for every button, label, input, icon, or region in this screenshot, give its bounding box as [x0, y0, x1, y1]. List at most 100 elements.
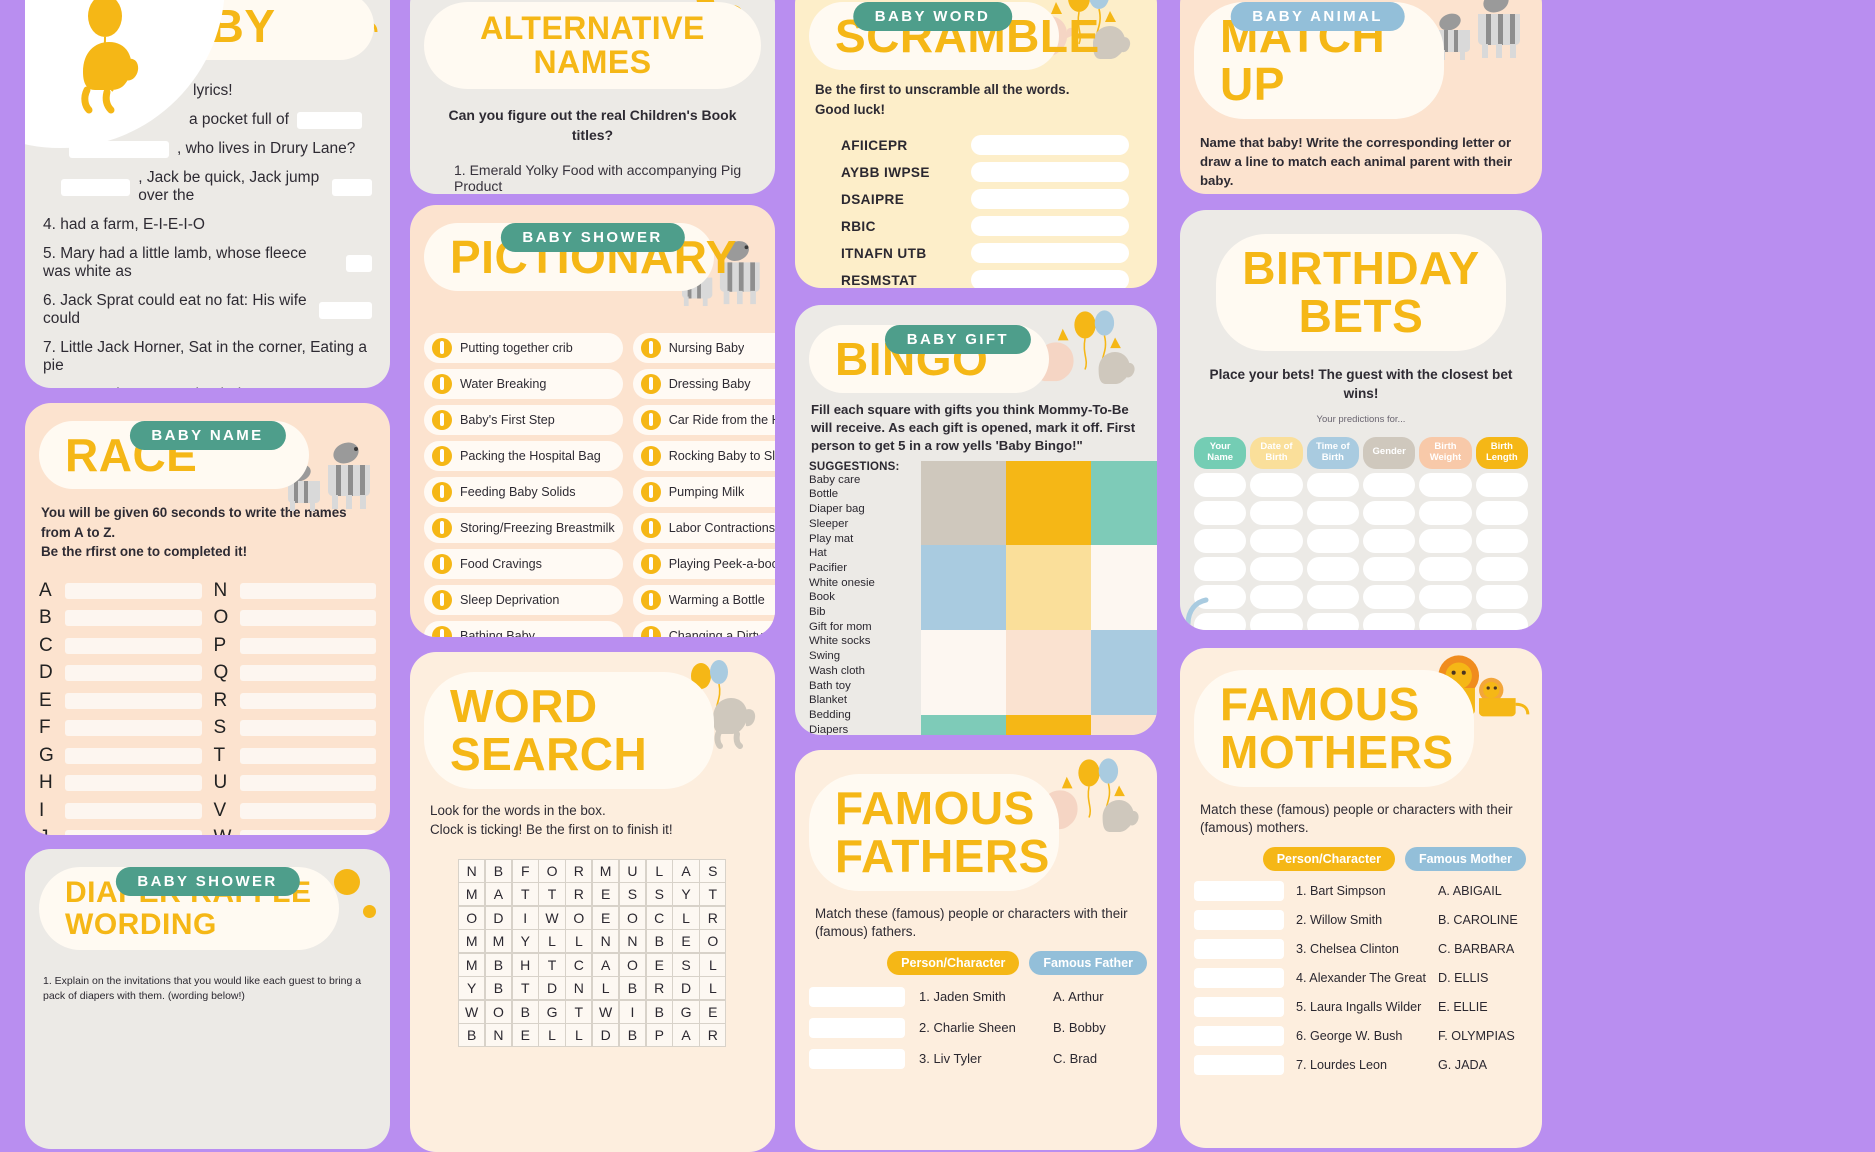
- pictionary-item[interactable]: Changing a Dirty Diaper: [632, 621, 775, 637]
- mothers-answer-input[interactable]: [1194, 1025, 1284, 1046]
- wordsearch-cell[interactable]: I: [511, 905, 539, 930]
- bets-input-gender[interactable]: [1362, 500, 1416, 525]
- rhyme-blank-1[interactable]: [296, 111, 362, 129]
- pictionary-item[interactable]: Warming a Bottle: [632, 585, 775, 616]
- mothers-answer-input[interactable]: [1194, 1054, 1284, 1075]
- wordsearch-cell[interactable]: Y: [672, 882, 700, 907]
- wordsearch-cell[interactable]: A: [672, 1023, 700, 1048]
- wordsearch-cell[interactable]: L: [565, 1023, 593, 1048]
- bingo-cell[interactable]: [1090, 545, 1157, 631]
- wordsearch-cell[interactable]: I: [618, 999, 647, 1024]
- wordsearch-cell[interactable]: O: [484, 999, 513, 1024]
- rhyme-blank-3[interactable]: [61, 178, 131, 196]
- wordsearch-cell[interactable]: R: [699, 905, 727, 930]
- bets-entry-grid[interactable]: [1180, 469, 1542, 630]
- bets-input-date-of-birth[interactable]: [1250, 584, 1303, 609]
- wordsearch-cell[interactable]: L: [538, 929, 566, 954]
- bingo-cell[interactable]: [1090, 714, 1157, 735]
- wordsearch-cell[interactable]: D: [538, 976, 566, 1001]
- bets-input-birth-weight[interactable]: [1419, 612, 1472, 630]
- pictionary-item[interactable]: Feeding Baby Solids: [424, 477, 623, 508]
- fathers-answer-input[interactable]: [809, 1017, 905, 1038]
- wordsearch-cell[interactable]: O: [618, 952, 647, 977]
- race-input-r[interactable]: [239, 692, 376, 709]
- wordsearch-cell[interactable]: R: [645, 976, 673, 1001]
- mothers-answer-input[interactable]: [1194, 909, 1284, 930]
- wordsearch-cell[interactable]: N: [565, 976, 593, 1001]
- scramble-answer-input[interactable]: [971, 135, 1129, 156]
- wordsearch-cell[interactable]: R: [565, 858, 593, 883]
- wordsearch-cell[interactable]: T: [538, 882, 566, 907]
- race-input-b[interactable]: [65, 610, 202, 627]
- wordsearch-cell[interactable]: R: [699, 1023, 727, 1048]
- fathers-answer-input[interactable]: [809, 1048, 905, 1069]
- race-input-h[interactable]: [65, 775, 202, 792]
- bets-input-time-of-birth[interactable]: [1306, 612, 1359, 630]
- wordsearch-cell[interactable]: M: [458, 952, 486, 977]
- pictionary-item[interactable]: Pumping Milk: [632, 477, 775, 508]
- race-input-q[interactable]: [239, 665, 376, 682]
- pictionary-item[interactable]: Car Ride from the Hospital: [632, 405, 775, 436]
- race-input-s[interactable]: [239, 720, 376, 737]
- pictionary-item[interactable]: Water Breaking: [424, 369, 623, 400]
- race-input-w[interactable]: [239, 830, 376, 835]
- wordsearch-cell[interactable]: M: [591, 858, 620, 883]
- wordsearch-cell[interactable]: D: [672, 976, 700, 1001]
- wordsearch-cell[interactable]: L: [699, 976, 727, 1001]
- wordsearch-cell[interactable]: O: [618, 905, 647, 930]
- wordsearch-cell[interactable]: M: [458, 882, 486, 907]
- wordsearch-cell[interactable]: R: [565, 882, 593, 907]
- mothers-answer-input[interactable]: [1194, 996, 1284, 1017]
- wordsearch-cell[interactable]: B: [484, 952, 513, 977]
- wordsearch-cell[interactable]: N: [591, 929, 620, 954]
- bingo-cell[interactable]: [1005, 714, 1091, 735]
- wordsearch-cell[interactable]: O: [538, 858, 566, 883]
- wordsearch-cell[interactable]: D: [591, 1023, 620, 1048]
- wordsearch-cell[interactable]: L: [645, 858, 673, 883]
- wordsearch-cell[interactable]: B: [618, 976, 647, 1001]
- wordsearch-cell[interactable]: A: [484, 882, 513, 907]
- wordsearch-cell[interactable]: B: [618, 1023, 647, 1048]
- race-input-t[interactable]: [239, 747, 376, 764]
- wordsearch-cell[interactable]: O: [458, 905, 486, 930]
- wordsearch-cell[interactable]: E: [672, 929, 700, 954]
- bets-input-time-of-birth[interactable]: [1306, 556, 1359, 581]
- bingo-cell[interactable]: [1005, 460, 1091, 546]
- pictionary-item[interactable]: Rocking Baby to Sleep: [632, 441, 775, 472]
- bets-input-gender[interactable]: [1362, 472, 1416, 497]
- race-input-c[interactable]: [65, 637, 202, 654]
- wordsearch-cell[interactable]: M: [484, 929, 513, 954]
- bets-input-gender[interactable]: [1362, 612, 1416, 630]
- bets-input-your-name[interactable]: [1194, 472, 1247, 497]
- wordsearch-cell[interactable]: T: [511, 882, 539, 907]
- wordsearch-cell[interactable]: N: [618, 929, 647, 954]
- wordsearch-cell[interactable]: E: [699, 999, 727, 1024]
- bets-input-birth-length[interactable]: [1475, 612, 1528, 630]
- wordsearch-cell[interactable]: D: [484, 905, 513, 930]
- wordsearch-cell[interactable]: T: [511, 976, 539, 1001]
- wordsearch-cell[interactable]: L: [538, 1023, 566, 1048]
- bets-input-birth-length[interactable]: [1475, 500, 1528, 525]
- wordsearch-cell[interactable]: U: [618, 858, 647, 883]
- bets-input-date-of-birth[interactable]: [1250, 556, 1303, 581]
- wordsearch-cell[interactable]: B: [645, 929, 673, 954]
- wordsearch-cell[interactable]: S: [618, 882, 647, 907]
- wordsearch-cell[interactable]: L: [672, 905, 700, 930]
- bets-input-gender[interactable]: [1362, 556, 1416, 581]
- wordsearch-cell[interactable]: S: [645, 882, 673, 907]
- wordsearch-cell[interactable]: B: [511, 999, 539, 1024]
- race-input-d[interactable]: [65, 665, 202, 682]
- race-input-g[interactable]: [65, 747, 202, 764]
- bets-input-date-of-birth[interactable]: [1250, 528, 1303, 553]
- wordsearch-cell[interactable]: O: [699, 929, 727, 954]
- rhyme-blank-3b[interactable]: [331, 178, 372, 196]
- wordsearch-cell[interactable]: N: [458, 858, 486, 883]
- bingo-cell[interactable]: [1090, 630, 1157, 715]
- wordsearch-cell[interactable]: E: [591, 882, 620, 907]
- wordsearch-cell[interactable]: A: [672, 858, 700, 883]
- scramble-answer-input[interactable]: [971, 189, 1129, 210]
- race-input-a[interactable]: [65, 582, 202, 599]
- race-input-u[interactable]: [239, 775, 376, 792]
- wordsearch-cell[interactable]: C: [565, 952, 593, 977]
- race-input-v[interactable]: [239, 802, 376, 819]
